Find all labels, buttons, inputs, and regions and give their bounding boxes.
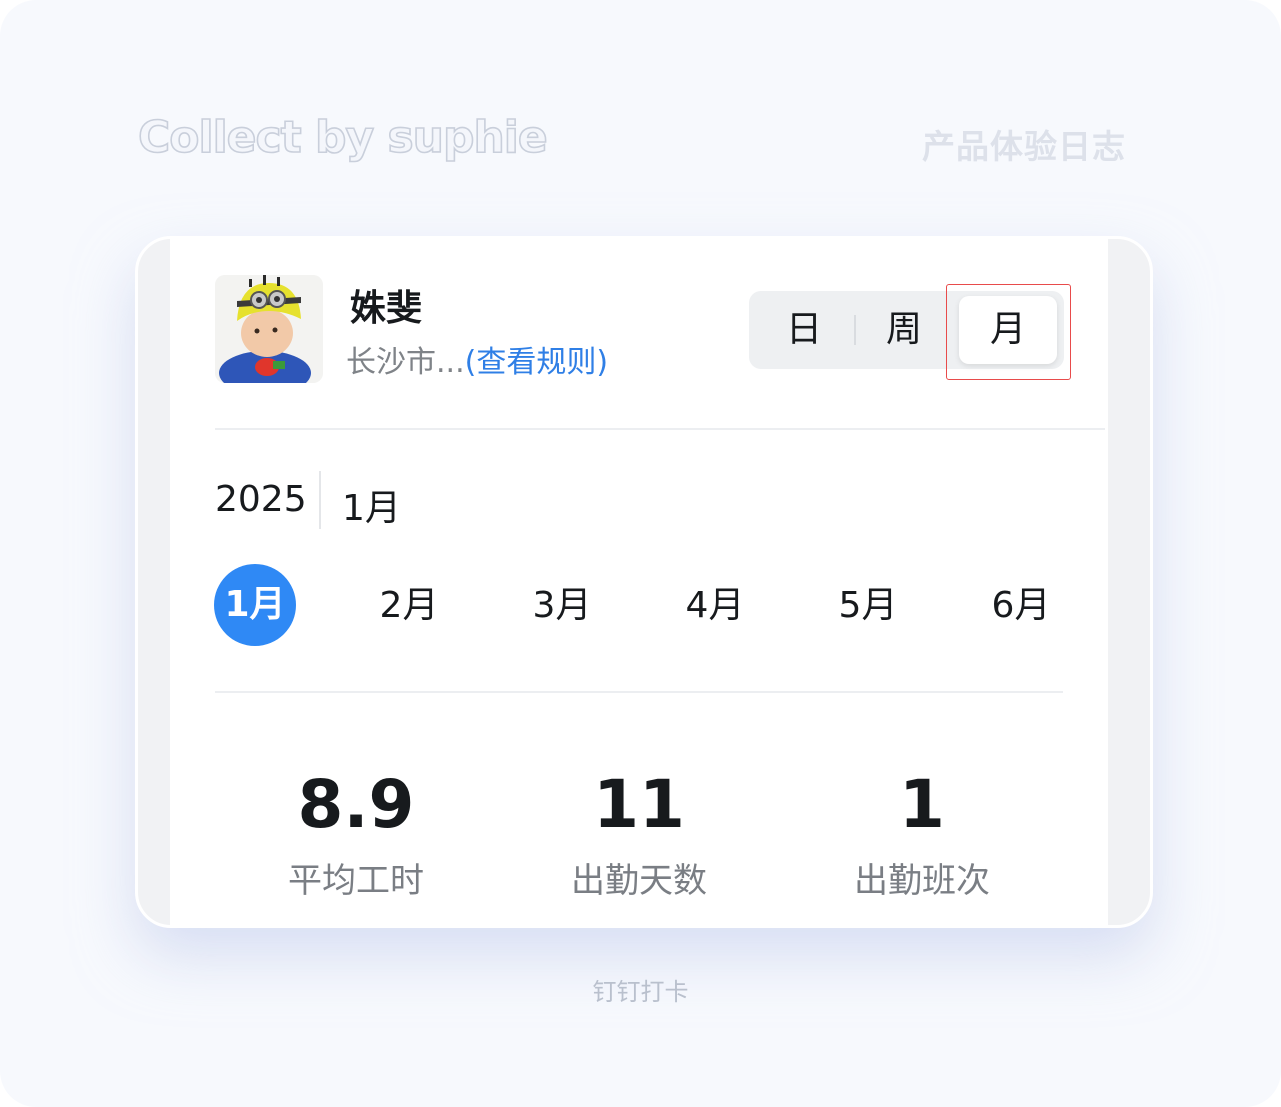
tab-month[interactable]: 月 [959, 296, 1057, 364]
month-selector[interactable]: 1月 [342, 479, 401, 531]
month-item-1[interactable]: 1月 [214, 564, 296, 646]
month-item-4[interactable]: 4月 [673, 564, 757, 648]
month-strip: 1月 2月 3月 4月 5月 6月 [170, 564, 1108, 648]
location-row: 长沙市...(查看规则) [346, 337, 608, 381]
stat-value: 11 [593, 766, 685, 843]
tab-day[interactable]: 日 [749, 291, 859, 369]
stat-average-hours[interactable]: 8.9 平均工时 [226, 767, 486, 902]
month-item-3[interactable]: 3月 [520, 564, 604, 648]
stat-label: 出勤班次 [854, 861, 990, 901]
month-item-6[interactable]: 6月 [979, 564, 1063, 648]
period-divider [319, 471, 321, 529]
stat-attendance-days[interactable]: 11 出勤天数 [509, 767, 769, 902]
view-rules-link[interactable]: (查看规则) [465, 345, 608, 380]
attendance-panel: 姝斐 长沙市...(查看规则) 日 周 月 2025 1月 1月 2月 3月 4… [170, 239, 1108, 925]
stat-label: 平均工时 [288, 861, 424, 901]
stat-value: 8.9 [297, 766, 415, 843]
caption: 钉钉打卡 [592, 978, 689, 1006]
attendance-card: 姝斐 长沙市...(查看规则) 日 周 月 2025 1月 1月 2月 3月 4… [135, 236, 1153, 928]
user-name: 姝斐 [350, 288, 423, 329]
month-item-2[interactable]: 2月 [367, 564, 451, 648]
header-divider [215, 428, 1105, 430]
location-text: 长沙市... [346, 345, 465, 380]
year-selector[interactable]: 2025 [215, 479, 307, 520]
avatar[interactable] [215, 275, 323, 383]
view-switch: 日 周 月 [749, 291, 1064, 369]
stat-shift-count[interactable]: 1 出勤班次 [792, 767, 1052, 902]
stat-label: 出勤天数 [571, 861, 707, 901]
stat-value: 1 [899, 766, 945, 843]
tab-week[interactable]: 周 [854, 291, 954, 369]
stats-divider [215, 691, 1063, 693]
month-item-5[interactable]: 5月 [826, 564, 910, 648]
baby-photo-icon [215, 275, 323, 383]
background-frame: Collect by suphie 产品体验日志 姝斐 长沙市...(查看规则)… [0, 0, 1281, 1107]
watermark-product-log: 产品体验日志 [922, 127, 1126, 166]
watermark-collect-by: Collect by suphie [137, 111, 548, 164]
